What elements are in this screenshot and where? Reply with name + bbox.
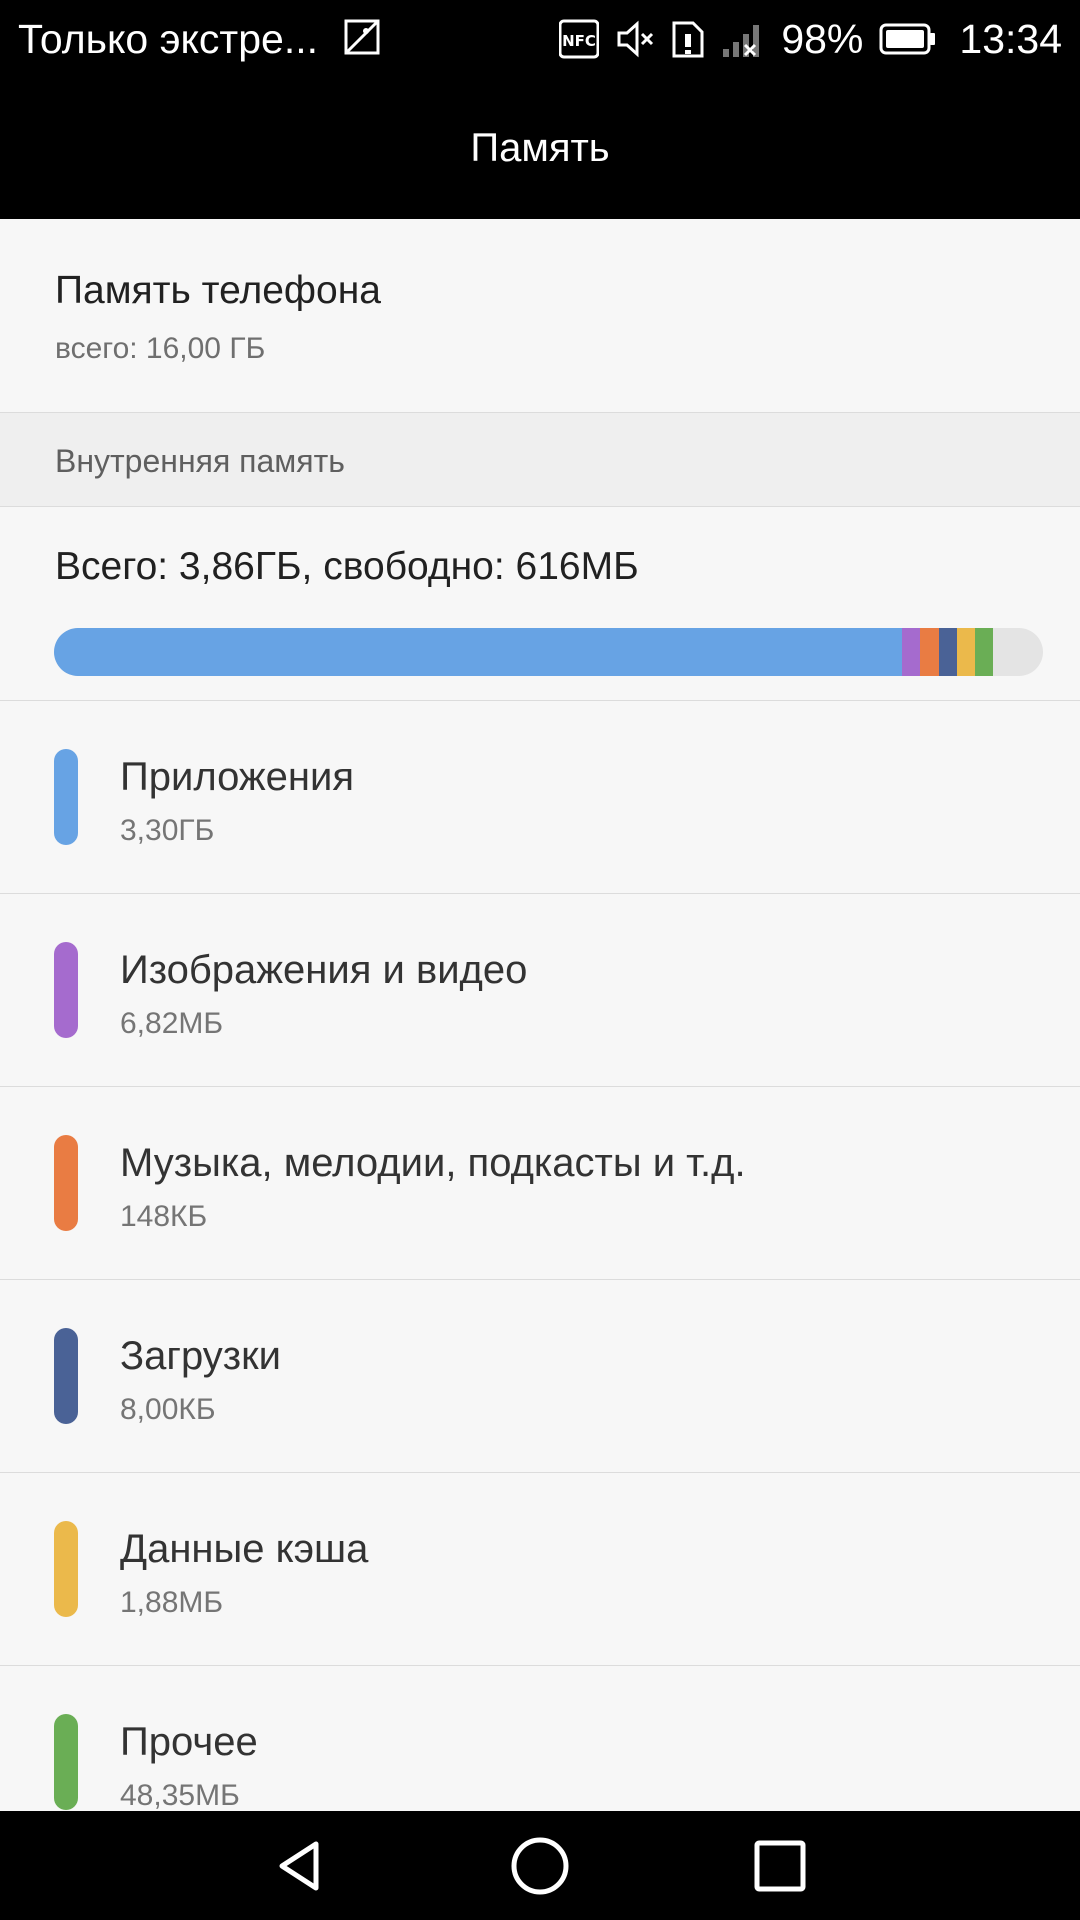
no-signal-icon [721, 19, 765, 59]
recents-icon [754, 1840, 806, 1891]
category-list: Приложения 3,30ГБ Изображения и видео 6,82М… [0, 701, 1080, 1859]
category-color-indicator [54, 749, 78, 845]
status-bar: Только экстре... NFC 98% 13:34 [0, 0, 1080, 78]
clock: 13:34 [959, 15, 1062, 62]
phone-storage-title: Память телефона [55, 269, 381, 312]
image-icon [344, 19, 380, 60]
category-label: Изображения и видео [120, 948, 528, 992]
nfc-icon: NFC [559, 19, 600, 59]
usage-bar-segment [901, 628, 921, 676]
back-button[interactable] [250, 1816, 350, 1916]
category-row[interactable]: Приложения 3,30ГБ [0, 701, 1080, 894]
category-size: 8,00КБ [120, 1393, 216, 1426]
app-bar: Память [0, 78, 1080, 219]
internal-summary: Всего: 3,86ГБ, свободно: 616МБ [0, 507, 1080, 701]
category-label: Прочее [120, 1720, 258, 1764]
category-row[interactable]: Загрузки 8,00КБ [0, 1280, 1080, 1473]
home-button[interactable] [490, 1816, 590, 1916]
category-color-indicator [54, 1521, 78, 1617]
mute-icon [615, 19, 655, 59]
category-label: Данные кэша [120, 1527, 369, 1571]
storage-screen: Только экстре... NFC 98% 13:34 Память Па… [0, 0, 1080, 1920]
category-size: 3,30ГБ [120, 814, 215, 847]
category-color-indicator [54, 942, 78, 1038]
usage-bar-segment [939, 628, 957, 676]
back-icon [279, 1841, 319, 1890]
category-size: 1,88МБ [120, 1586, 224, 1619]
carrier-text: Только экстре... [18, 15, 318, 62]
phone-storage-total: всего: 16,00 ГБ [55, 332, 266, 365]
usage-bar-segment [974, 628, 993, 676]
category-label: Музыка, мелодии, подкасты и т.д. [120, 1141, 746, 1185]
navigation-bar [0, 1811, 1080, 1920]
category-label: Приложения [120, 755, 355, 799]
battery-icon [879, 22, 937, 56]
storage-summary-text: Всего: 3,86ГБ, свободно: 616МБ [55, 545, 639, 588]
usage-bar-segment [54, 628, 902, 676]
section-header-internal: Внутренняя память [0, 413, 1080, 507]
category-size: 148КБ [120, 1200, 208, 1233]
recents-button[interactable] [730, 1816, 830, 1916]
category-color-indicator [54, 1714, 78, 1810]
category-size: 48,35МБ [120, 1779, 240, 1812]
category-row[interactable]: Музыка, мелодии, подкасты и т.д. 148КБ [0, 1087, 1080, 1280]
category-label: Загрузки [120, 1334, 281, 1378]
nfc-label: NFC [562, 32, 596, 50]
category-color-indicator [54, 1135, 78, 1231]
battery-percent: 98% [781, 15, 864, 62]
usage-bar-segment [956, 628, 975, 676]
sim-alert-icon [671, 19, 705, 59]
usage-bar-segment [920, 628, 940, 676]
storage-usage-bar [54, 628, 1043, 676]
category-row[interactable]: Данные кэша 1,88МБ [0, 1473, 1080, 1666]
category-row[interactable]: Изображения и видео 6,82МБ [0, 894, 1080, 1087]
category-size: 6,82МБ [120, 1007, 224, 1040]
home-icon [511, 1837, 569, 1894]
phone-storage-item[interactable]: Память телефона всего: 16,00 ГБ [0, 219, 1080, 413]
page-title: Память [470, 126, 610, 170]
section-header-label: Внутренняя память [55, 443, 345, 479]
category-color-indicator [54, 1328, 78, 1424]
